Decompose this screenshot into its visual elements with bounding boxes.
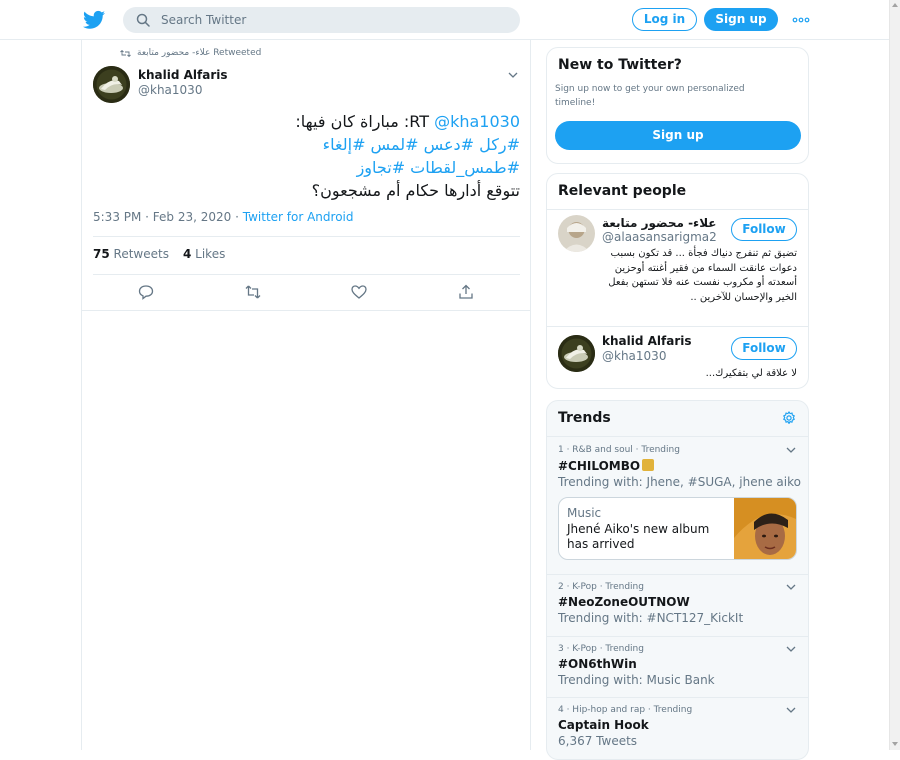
divider (547, 209, 808, 210)
retweeted-by-text[interactable]: علاء- محضور متابعة Retweeted (137, 48, 261, 58)
follow-button[interactable]: Follow (731, 337, 797, 360)
person-handle[interactable]: @kha1030 (602, 349, 666, 363)
settings-gear-icon[interactable] (782, 411, 796, 425)
trend-meta: 3 · K-Pop · Trending (558, 644, 644, 654)
hashtags-line-1[interactable]: #ركل #دعس #لمس #إلغاء (93, 133, 520, 156)
new-to-twitter-title: New to Twitter? (558, 57, 682, 73)
divider (547, 326, 808, 327)
like-icon[interactable] (351, 284, 367, 300)
mention-link[interactable]: @kha1030 (434, 112, 520, 131)
trend-subtitle: 6,367 Tweets (558, 734, 638, 748)
divider (93, 236, 520, 237)
person-avatar-image (558, 215, 595, 252)
tweet-timestamp[interactable]: 5:33 PM · Feb 23, 2020 · (93, 210, 243, 224)
tweet-meta: 5:33 PM · Feb 23, 2020 · Twitter for And… (93, 210, 354, 224)
new-to-twitter-card: New to Twitter? Sign up now to get your … (546, 47, 809, 164)
likes-label: Likes (195, 247, 226, 261)
author-handle[interactable]: @kha1030 (138, 83, 202, 97)
person-bio: لا علاقة لي بتفكيرك... (705, 368, 797, 379)
login-button[interactable]: Log in (632, 8, 697, 31)
more-icon[interactable] (792, 16, 810, 24)
trend-subtitle: Trending with: Music Bank (558, 673, 715, 687)
trends-title: Trends (558, 410, 611, 426)
divider (82, 310, 530, 311)
author-avatar-image (93, 66, 130, 103)
trend-name: #ON6thWin (558, 657, 637, 671)
main-column: علاء- محضور متابعة Retweeted khalid Alfa… (81, 40, 531, 750)
trend-name: #NeoZoneOUTNOW (558, 595, 690, 609)
divider (93, 274, 520, 275)
trend-item[interactable]: 2 · K-Pop · Trending #NeoZoneOUTNOW Tren… (547, 575, 808, 636)
trend-news-card[interactable]: Music Jhené Aiko's new album has arrived (558, 497, 797, 560)
rt-prefix: RT (409, 112, 435, 131)
tweet-source-link[interactable]: Twitter for Android (243, 210, 354, 224)
trend-meta: 1 · R&B and soul · Trending (558, 445, 680, 455)
reply-icon[interactable] (138, 284, 154, 300)
author-name[interactable]: khalid Alfaris (138, 68, 228, 82)
new-to-twitter-description: Sign up now to get your own personalized… (555, 84, 745, 108)
share-icon[interactable] (458, 284, 474, 300)
signup-button[interactable]: Sign up (704, 8, 778, 31)
person-avatar[interactable] (558, 215, 595, 252)
tweet-line-1: RT @kha1030 : مباراة كان فيها: (93, 110, 520, 133)
trends-card: Trends 1 · R&B and soul · Trending #CHIL… (546, 400, 809, 760)
person-avatar-image (558, 335, 595, 372)
retweets-stat[interactable]: 75 Retweets (93, 247, 169, 261)
tweet-actions (82, 284, 530, 304)
news-title: Jhené Aiko's new album has arrived (567, 522, 710, 551)
chevron-down-icon[interactable] (786, 584, 796, 590)
hashtags-line-2[interactable]: #طمس_لقطات #تجاوز (93, 156, 520, 179)
news-thumbnail-image (734, 498, 796, 559)
scroll-down-arrow-icon[interactable] (892, 742, 898, 746)
chilombo-emoji-icon (642, 459, 655, 471)
retweeted-by-line: علاء- محضور متابعة Retweeted (120, 48, 261, 58)
person-bio: تضيق ثم تنفرج دنياك فجأة ... قد تكون بسب… (608, 248, 797, 303)
trend-item[interactable]: 1 · R&B and soul · Trending #CHILOMBO Tr… (547, 437, 808, 573)
likes-stat[interactable]: 4 Likes (183, 247, 225, 261)
trend-name: #CHILOMBO (558, 459, 655, 473)
trend-item[interactable]: 3 · K-Pop · Trending #ON6thWin Trending … (547, 637, 808, 698)
follow-button[interactable]: Follow (731, 218, 797, 241)
author-avatar[interactable] (93, 66, 130, 103)
search-input[interactable] (161, 11, 501, 29)
chevron-down-icon[interactable] (786, 707, 796, 713)
retweets-count: 75 (93, 247, 110, 261)
retweets-label: Retweets (113, 247, 169, 261)
person-name[interactable]: علاء- محضور متابعة (602, 216, 717, 230)
tweet-stats: 75 Retweets 4 Likes (93, 247, 225, 261)
top-header: Log in Sign up (0, 0, 889, 40)
chevron-down-icon[interactable] (786, 447, 796, 453)
search-bar[interactable] (123, 7, 520, 33)
twitter-logo-icon[interactable] (83, 10, 105, 30)
person-name[interactable]: khalid Alfaris (602, 334, 692, 348)
trend-subtitle: Trending with: Jhene, #SUGA, jhene aiko (558, 475, 801, 489)
likes-count: 4 (182, 247, 192, 261)
tweet-text: RT @kha1030 : مباراة كان فيها: #ركل #دعس … (93, 110, 520, 202)
news-category: Music (567, 506, 602, 520)
search-icon (136, 13, 150, 27)
page-scrollbar[interactable] (889, 0, 900, 750)
relevant-people-title: Relevant people (558, 183, 687, 199)
person-handle[interactable]: @alaasansarigma2 (602, 230, 717, 244)
tweet-line-1-text: : مباراة كان فيها: (295, 112, 410, 131)
trend-meta: 4 · Hip-hop and rap · Trending (558, 705, 693, 715)
retweet-icon[interactable] (245, 284, 261, 300)
trend-meta: 2 · K-Pop · Trending (558, 582, 644, 592)
chevron-down-icon[interactable] (786, 646, 796, 652)
tweet-line-4: تتوقع أدارها حكام أم مشجعون؟ (311, 181, 520, 200)
retweet-icon (120, 49, 131, 57)
sidebar-signup-button[interactable]: Sign up (555, 121, 801, 150)
trend-name: Captain Hook (558, 718, 649, 732)
chevron-down-icon[interactable] (508, 72, 518, 78)
person-avatar[interactable] (558, 335, 595, 372)
scroll-up-arrow-icon[interactable] (892, 3, 898, 7)
relevant-people-card: Relevant people علاء- محضور متابعة @alaa… (546, 173, 809, 389)
trend-subtitle: Trending with: #NCT127_KickIt (558, 611, 744, 625)
trend-name-text: #CHILOMBO (558, 459, 641, 473)
